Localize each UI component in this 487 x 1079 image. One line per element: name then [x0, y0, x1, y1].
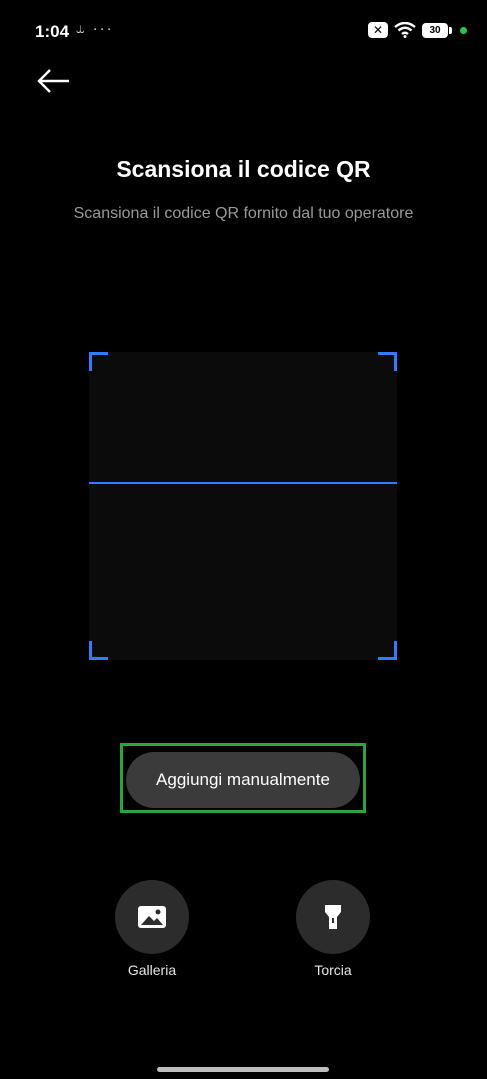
privacy-indicator-dot: [460, 26, 467, 34]
gallery-label: Galleria: [127, 962, 177, 978]
frame-corner-top-left: [89, 352, 108, 371]
gallery-button[interactable]: [115, 880, 189, 954]
page-title: Scansiona il codice QR: [116, 156, 371, 182]
gallery-icon: [138, 906, 166, 928]
wifi-icon: [394, 22, 416, 38]
torch-action[interactable]: Torcia: [273, 880, 393, 978]
frame-corner-bottom-left: [89, 641, 108, 660]
home-indicator[interactable]: [157, 1067, 329, 1072]
page-subtitle: Scansiona il codice QR fornito dal tuo o…: [73, 205, 414, 222]
no-sim-icon: ✕: [368, 22, 388, 38]
torch-label: Torcia: [314, 962, 352, 978]
frame-corner-bottom-right: [378, 641, 397, 660]
notification-icons: ⥿ ···: [76, 20, 114, 37]
add-manually-button[interactable]: Aggiungi manualmente: [126, 752, 360, 808]
qr-scan-frame: [89, 352, 397, 660]
torch-button[interactable]: [296, 880, 370, 954]
status-bar: 1:04 ⥿ ··· ✕ 30: [0, 0, 487, 64]
back-arrow-icon: [37, 69, 69, 93]
frame-corner-top-right: [378, 352, 397, 371]
status-right: ✕ 30: [368, 22, 467, 38]
scan-line: [89, 482, 397, 484]
battery-icon: 30: [422, 22, 452, 38]
back-button[interactable]: [36, 66, 76, 100]
gallery-action[interactable]: Galleria: [92, 880, 212, 978]
status-time: 1:04: [35, 22, 70, 41]
flashlight-icon: [325, 905, 341, 929]
